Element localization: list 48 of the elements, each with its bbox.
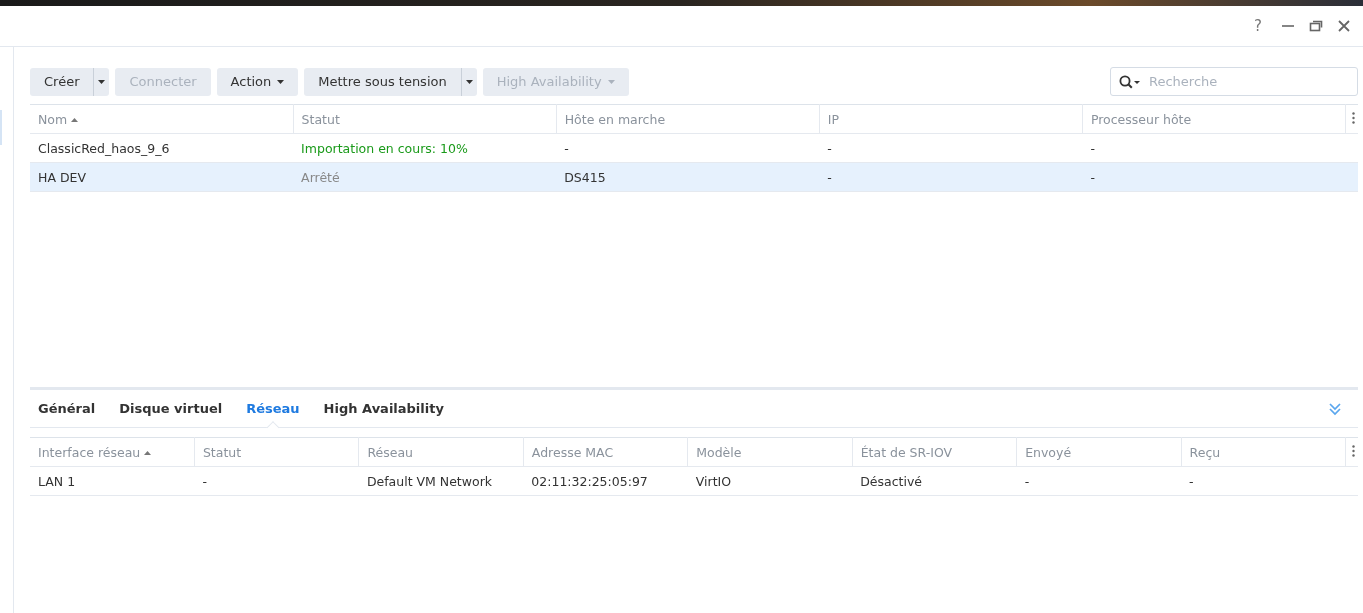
table-cell: -	[1016, 466, 1182, 496]
restore-icon[interactable]	[1309, 19, 1323, 33]
table-cell: LAN 1	[30, 466, 195, 496]
column-header[interactable]: Statut	[194, 437, 359, 467]
tab[interactable]: Disque virtuel	[111, 390, 231, 427]
table-cell: -	[819, 133, 1083, 163]
more-options-icon[interactable]	[1352, 444, 1355, 457]
caret-icon	[465, 79, 473, 84]
table-cell: Importation en cours: 10%	[293, 133, 557, 163]
column-header[interactable]: Adresse MAC	[523, 437, 688, 467]
table-cell: -	[1082, 162, 1358, 192]
caret-icon	[607, 79, 615, 84]
tab[interactable]: High Availability	[315, 390, 452, 427]
table-cell: -	[1181, 466, 1358, 496]
column-header[interactable]: Hôte en marche	[556, 104, 820, 134]
column-header[interactable]: Reçu	[1181, 437, 1346, 467]
table-cell: -	[194, 466, 359, 496]
toolbar-button[interactable]: Mettre sous tension	[304, 67, 477, 96]
table-cell: ClassicRed_haos_9_6	[30, 133, 294, 163]
column-header[interactable]: Interface réseau	[30, 437, 195, 467]
more-options-icon[interactable]	[1352, 111, 1355, 124]
collapse-icon[interactable]	[1328, 401, 1342, 416]
table-cell: VirtIO	[687, 466, 853, 496]
caret-icon	[98, 79, 106, 84]
toolbar-button[interactable]: Créer	[30, 67, 110, 96]
column-header[interactable]: Statut	[293, 104, 557, 134]
column-header[interactable]: Réseau	[358, 437, 524, 467]
table-cell: Désactivé	[852, 466, 1017, 496]
close-icon[interactable]	[1337, 19, 1351, 33]
column-header[interactable]: Processeur hôte	[1082, 104, 1346, 134]
table-cell: -	[1082, 133, 1358, 163]
table-cell: 02:11:32:25:05:97	[523, 466, 688, 496]
toolbar-button[interactable]: Action	[216, 67, 299, 96]
table-cell: HA DEV	[30, 162, 294, 192]
help-button[interactable]: ?	[1249, 17, 1267, 35]
column-header[interactable]: Envoyé	[1016, 437, 1182, 467]
table-cell: Default VM Network	[358, 466, 524, 496]
search-field[interactable]: Recherche	[1110, 67, 1358, 96]
tab[interactable]: Général	[30, 390, 104, 427]
column-header[interactable]: IP	[819, 104, 1083, 134]
column-header[interactable]: Modèle	[687, 437, 853, 467]
column-header[interactable]: Nom	[30, 104, 294, 134]
table-cell: DS415	[556, 162, 820, 192]
table-cell: -	[556, 133, 820, 163]
column-header[interactable]: État de SR-IOV	[852, 437, 1017, 467]
caret-icon	[277, 79, 285, 84]
table-cell: Arrêté	[293, 162, 557, 192]
table-cell: -	[819, 162, 1083, 192]
